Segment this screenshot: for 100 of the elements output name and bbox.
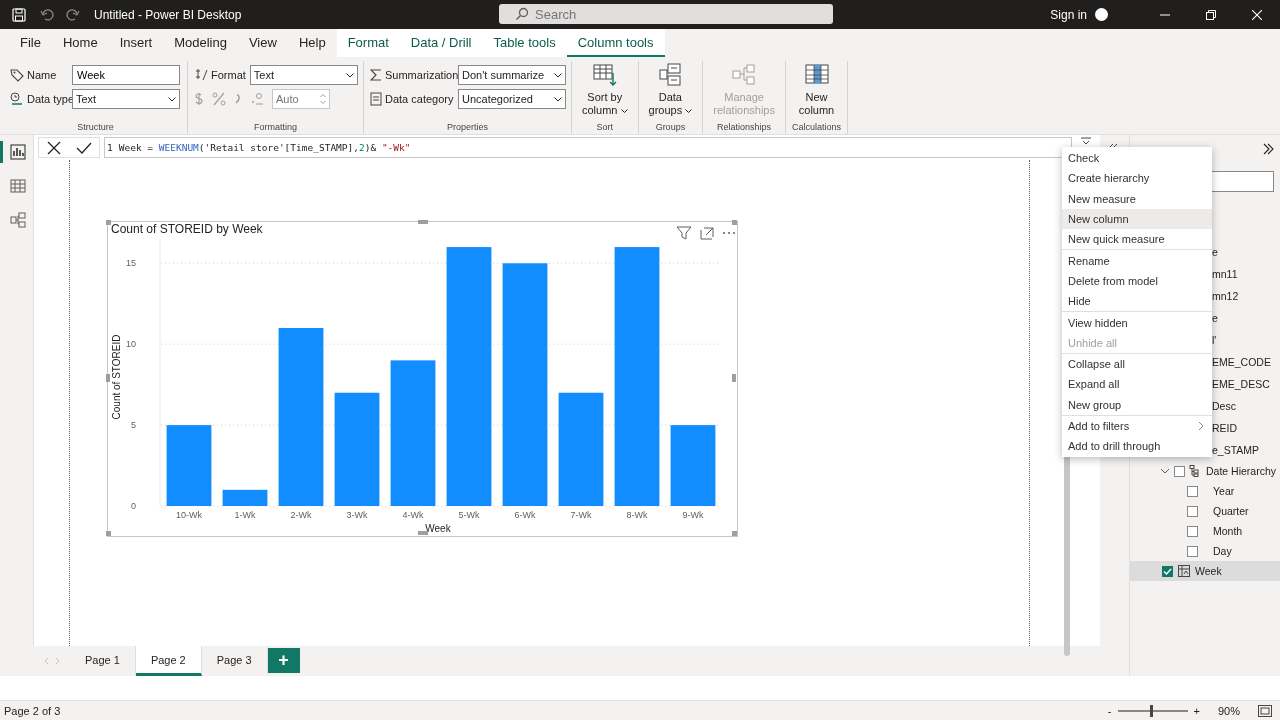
- bar[interactable]: [390, 360, 436, 506]
- bar[interactable]: [446, 247, 492, 506]
- redo-icon[interactable]: [66, 7, 80, 22]
- expand-right-icon[interactable]: [1262, 143, 1274, 155]
- restore-icon[interactable]: [1206, 9, 1216, 20]
- name-field[interactable]: Week: [72, 65, 180, 85]
- field-name[interactable]: Month: [1213, 525, 1243, 537]
- resize-handle[interactable]: [106, 220, 111, 225]
- field-name[interactable]: Year: [1213, 485, 1235, 497]
- search-field[interactable]: Search: [499, 4, 833, 24]
- new-column-button[interactable]: New column: [794, 61, 839, 120]
- report-view-icon[interactable]: [10, 144, 26, 160]
- table-view-icon[interactable]: [10, 178, 26, 194]
- zoom-out-button[interactable]: -: [1107, 704, 1112, 717]
- chevron-down-icon[interactable]: [685, 109, 693, 114]
- bar[interactable]: [166, 425, 212, 506]
- menu-item[interactable]: Hide: [1062, 291, 1212, 313]
- menu-item[interactable]: Add to drill through: [1062, 436, 1212, 457]
- focus-mode-icon[interactable]: [700, 227, 714, 240]
- checkbox[interactable]: [1187, 485, 1198, 497]
- bar[interactable]: [670, 425, 716, 506]
- expand-icon[interactable]: [1160, 467, 1170, 475]
- menu-item[interactable]: Collapse all: [1062, 353, 1212, 375]
- page-tab[interactable]: Page 2: [135, 646, 202, 676]
- resize-handle[interactable]: [418, 220, 428, 224]
- menu-item[interactable]: New measure: [1062, 188, 1212, 209]
- sort-button[interactable]: Sort by column: [578, 61, 632, 120]
- bar[interactable]: [222, 489, 268, 506]
- bar[interactable]: [614, 247, 660, 506]
- dropdown[interactable]: Don't summarize: [458, 65, 566, 85]
- field-name[interactable]: Day: [1213, 545, 1232, 557]
- menu-item[interactable]: New group: [1062, 394, 1212, 416]
- collapse-icon[interactable]: [1081, 137, 1091, 145]
- zoom-in-button[interactable]: +: [1193, 704, 1200, 717]
- checkbox[interactable]: [1187, 525, 1198, 537]
- bar[interactable]: [502, 263, 548, 506]
- dropdown[interactable]: Text: [72, 89, 180, 109]
- ribbon-tab[interactable]: File: [9, 29, 52, 57]
- model-view-icon[interactable]: [10, 212, 26, 228]
- ribbon-tab[interactable]: Insert: [108, 29, 164, 57]
- ribbon-tab[interactable]: Modeling: [163, 29, 238, 57]
- chevron-down-icon[interactable]: [168, 96, 176, 102]
- resize-handle[interactable]: [106, 374, 110, 382]
- field-name[interactable]: Date Hierarchy: [1206, 465, 1277, 477]
- ribbon-tab[interactable]: Table tools: [482, 29, 567, 57]
- menu-item[interactable]: View hidden: [1062, 312, 1212, 333]
- ribbon-tab[interactable]: Home: [51, 29, 109, 57]
- page-tab[interactable]: Page 3: [201, 646, 268, 676]
- data-groups-button[interactable]: Data groups: [644, 61, 697, 120]
- bar[interactable]: [278, 328, 324, 506]
- search-field[interactable]: [1210, 171, 1274, 192]
- resize-handle[interactable]: [418, 531, 428, 535]
- menu-item[interactable]: Add to filters: [1062, 415, 1212, 437]
- menu-item[interactable]: Create hierarchy: [1062, 168, 1212, 189]
- resize-handle[interactable]: [732, 220, 737, 225]
- resize-handle[interactable]: [732, 374, 736, 382]
- checkbox[interactable]: [1187, 505, 1198, 517]
- axis-category-label: 5-Wk: [458, 510, 480, 520]
- field-row[interactable]: Week: [1130, 561, 1280, 581]
- save-icon[interactable]: [12, 7, 26, 22]
- avatar-icon[interactable]: [1095, 8, 1108, 21]
- ribbon-tab[interactable]: Help: [287, 29, 337, 57]
- group-label: Calculations: [792, 121, 842, 134]
- page-tab[interactable]: Page 1: [70, 646, 136, 676]
- ribbon-tab[interactable]: Format: [336, 29, 400, 57]
- ribbon-tab[interactable]: Data / Drill: [399, 29, 483, 57]
- slider-thumb[interactable]: [1149, 704, 1153, 717]
- menu-item[interactable]: Rename: [1062, 250, 1212, 271]
- filter-icon[interactable]: [676, 226, 692, 240]
- checkbox[interactable]: [1174, 465, 1185, 477]
- menu-item[interactable]: Delete from model: [1062, 270, 1212, 292]
- resize-handle[interactable]: [106, 531, 111, 536]
- fit-to-page-icon[interactable]: [1258, 704, 1272, 717]
- field-name[interactable]: Quarter: [1213, 505, 1249, 517]
- dropdown[interactable]: Uncategorized: [458, 89, 566, 109]
- menu-item[interactable]: New quick measure: [1062, 229, 1212, 251]
- checkbox[interactable]: [1162, 565, 1173, 577]
- close-icon[interactable]: [1252, 9, 1262, 20]
- search-icon: [515, 7, 529, 21]
- checkbox[interactable]: [1187, 545, 1198, 557]
- ribbon-tab[interactable]: View: [237, 29, 288, 57]
- bar[interactable]: [334, 392, 380, 506]
- menu-item[interactable]: Check: [1062, 148, 1212, 169]
- chevron-down-icon[interactable]: [554, 72, 562, 78]
- table-column-icon[interactable]: [804, 63, 829, 87]
- chevron-down-icon[interactable]: [554, 96, 562, 102]
- menu-item[interactable]: New column: [1062, 208, 1212, 230]
- decimal-icon: [250, 92, 264, 106]
- chevron-down-icon[interactable]: [620, 109, 628, 114]
- dropdown[interactable]: Text: [249, 65, 358, 85]
- table-sort-icon[interactable]: [592, 63, 617, 87]
- bar[interactable]: [558, 392, 604, 506]
- chevron-down-icon[interactable]: [345, 72, 354, 78]
- undo-icon[interactable]: [40, 7, 54, 22]
- ribbon-tab[interactable]: Column tools: [566, 29, 665, 57]
- data-groups-icon[interactable]: [658, 63, 683, 87]
- sign-in-link[interactable]: Sign in: [1050, 7, 1087, 22]
- add-page-button[interactable]: +: [267, 648, 300, 673]
- resize-handle[interactable]: [732, 531, 737, 536]
- menu-item[interactable]: Expand all: [1062, 374, 1212, 395]
